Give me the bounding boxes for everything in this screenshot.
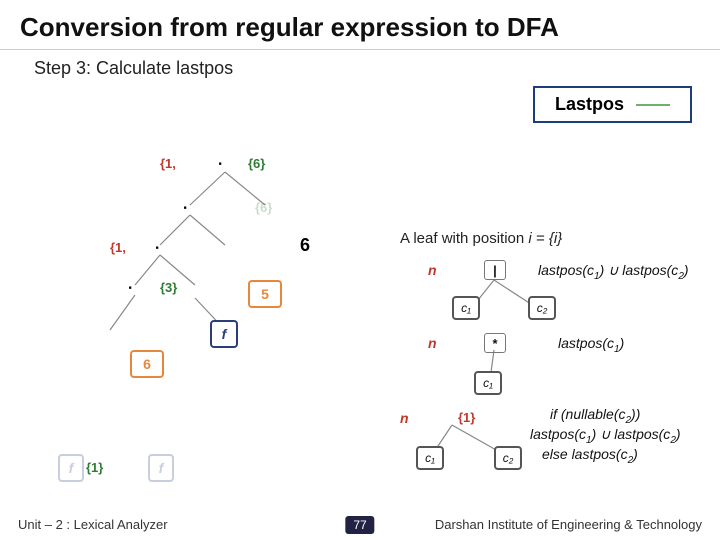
rule-concat-c2: c₂	[494, 446, 522, 470]
rule-star-n: n	[428, 335, 437, 351]
rule-concat-line1: if (nullable(c2))	[550, 406, 640, 426]
footer: Unit – 2 : Lexical Analyzer 77 Darshan I…	[0, 517, 720, 532]
rule-concat: n {1} c₁ c₂ if (nullable(c2)) lastpos(c1…	[400, 410, 415, 426]
n2-right-set: {6}	[255, 200, 272, 215]
node-f3: f	[148, 454, 174, 482]
rule-star-op: *	[484, 333, 506, 353]
n4-op: ∙	[128, 280, 132, 298]
rule-union-formula: lastpos(c1) ∪ lastpos(c2)	[538, 262, 689, 282]
node-6: 6	[130, 350, 164, 378]
node-f: f	[210, 320, 238, 348]
rule-union-op: |	[484, 260, 506, 280]
rule-star-c1: c₁	[474, 371, 502, 395]
n3-left-set: {1,	[110, 240, 126, 255]
rule-concat-n: n	[400, 410, 409, 426]
rule-union-c2: c₂	[528, 296, 556, 320]
node-5: 5	[248, 280, 282, 308]
n3-right: 6	[300, 235, 310, 256]
rule-star: n * lastpos(c1) c₁	[428, 335, 443, 351]
node-f2: f	[58, 454, 84, 482]
rule-union-n: n	[428, 262, 437, 278]
rule-concat-pos: {1}	[458, 410, 475, 425]
page-number: 77	[345, 516, 374, 534]
f2-set: {1}	[86, 460, 103, 475]
root-right-set: {6}	[248, 156, 265, 171]
rule-union: n | lastpos(c1) ∪ lastpos(c2) c₁ c₂	[428, 262, 443, 278]
rule-star-formula: lastpos(c1)	[558, 335, 624, 355]
root-left-set: {1,	[160, 156, 176, 171]
footer-left: Unit – 2 : Lexical Analyzer	[18, 517, 168, 532]
footer-right: Darshan Institute of Engineering & Techn…	[435, 517, 702, 532]
rule-union-c1: c₁	[452, 296, 480, 320]
n2-op: ∙	[183, 200, 187, 218]
n3-op: ∙	[155, 240, 159, 258]
rule-concat-line2: lastpos(c1) ∪ lastpos(c2)	[530, 426, 681, 446]
rule-concat-c1: c₁	[416, 446, 444, 470]
root-op: ∙	[218, 156, 222, 174]
n4-right-set: {3}	[160, 280, 177, 295]
diagram-canvas: {1, ∙ {6} ∙ {6} {1, ∙ 6 ∙ {3} 5 f 6 {1} …	[0, 0, 720, 540]
rule-concat-line3: else lastpos(c2)	[542, 446, 638, 466]
